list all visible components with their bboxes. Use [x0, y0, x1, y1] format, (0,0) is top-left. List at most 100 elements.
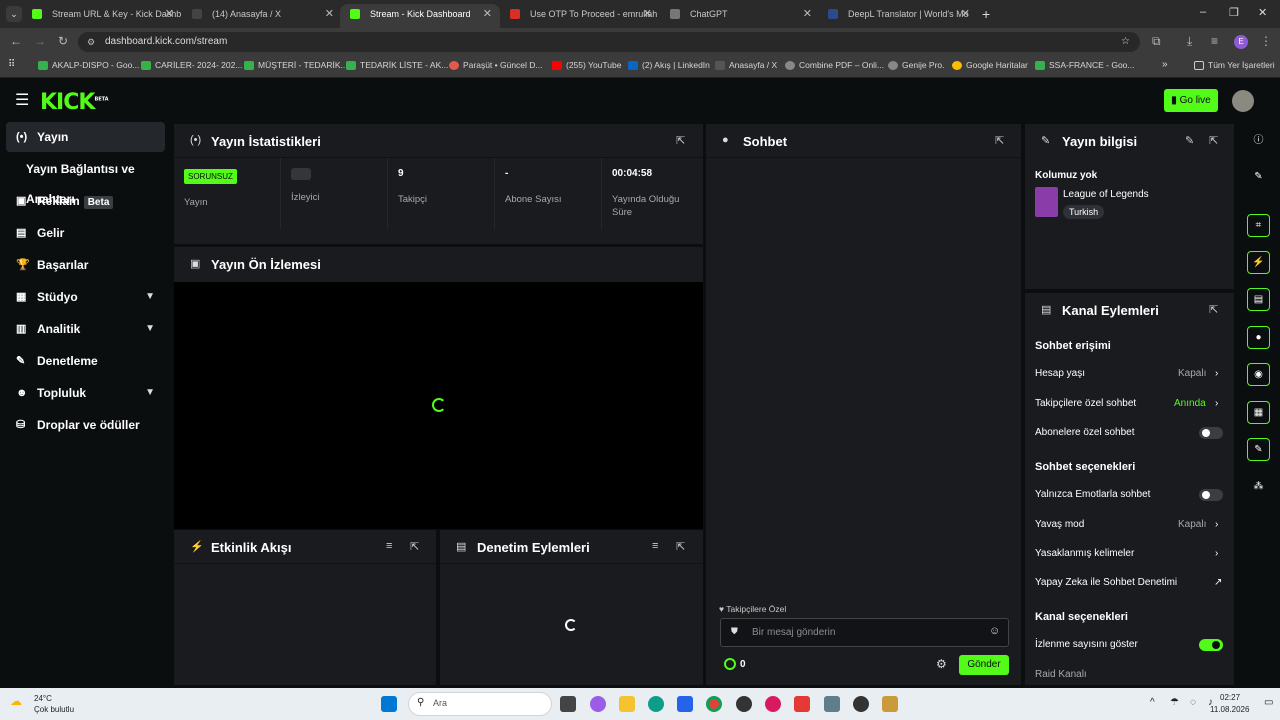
sidebar-item-topluluk[interactable]: ☻ Topluluk ▼	[6, 378, 165, 408]
store-icon[interactable]	[677, 696, 693, 712]
profile-avatar[interactable]: E	[1234, 35, 1248, 49]
menu-kebab-icon[interactable]: ⋮	[1260, 34, 1272, 48]
close-icon[interactable]: ✕	[961, 4, 970, 24]
sidebar-item-studyo[interactable]: ▦ Stüdyo ▼	[6, 282, 165, 312]
tab-stream-key[interactable]: Stream URL & Key - Kick Dashb ✕	[22, 4, 182, 28]
emote-only-toggle[interactable]	[1199, 489, 1223, 501]
bookmark-item[interactable]: Genije Pro.	[888, 60, 945, 70]
edge-icon[interactable]	[648, 696, 664, 712]
popout-icon[interactable]: ⇱	[995, 134, 1004, 147]
popout-icon[interactable]: ⇱	[410, 540, 419, 553]
filter-icon[interactable]: ≡	[386, 540, 392, 552]
bookmark-item[interactable]: Google Haritalar	[952, 60, 1028, 70]
close-icon[interactable]: ✕	[165, 4, 174, 24]
tab-deepl[interactable]: DeepL Translator | World's Mo ✕	[818, 4, 978, 28]
channel-icon[interactable]: ▦	[1247, 401, 1270, 424]
lightning-icon[interactable]: ⚡	[1247, 251, 1270, 274]
emoji-icon[interactable]: ☺	[989, 625, 1000, 637]
popout-icon[interactable]: ⇱	[1209, 303, 1218, 316]
hamburger-menu-icon[interactable]: ☰	[15, 90, 29, 110]
sidebar-item-gelir[interactable]: ▤ Gelir	[6, 218, 165, 248]
bookmark-item[interactable]: (255) YouTube	[552, 60, 621, 70]
info-icon[interactable]: ⓘ	[1247, 130, 1270, 153]
minimize-icon[interactable]: –	[1200, 6, 1206, 18]
sidebar-item-yayin[interactable]: (•) Yayın	[6, 122, 165, 152]
new-tab-icon[interactable]: +	[982, 6, 990, 22]
clip-icon[interactable]: ⌗	[1247, 214, 1270, 237]
app-icon[interactable]	[794, 696, 810, 712]
maximize-icon[interactable]: ❐	[1229, 6, 1239, 19]
app-icon[interactable]	[882, 696, 898, 712]
bookmark-item[interactable]: CARİLER- 2024- 202...	[141, 60, 242, 70]
sidebar-item-stream-key[interactable]: Yayın Bağlantısı ve Anahtarı	[6, 154, 165, 206]
sidebar-item-reklam[interactable]: ▣ Reklam Beta	[6, 186, 165, 216]
extensions-icon[interactable]: ⧉	[1152, 34, 1161, 49]
chevron-right-icon[interactable]: ›	[1215, 519, 1218, 530]
broadcast-icon[interactable]: ◉	[1247, 363, 1270, 386]
bookmark-item[interactable]: (2) Akış | LinkedIn	[628, 60, 710, 70]
tab-stream-dashboard[interactable]: Stream - Kick Dashboard ✕	[340, 4, 500, 28]
popout-icon[interactable]: ⇱	[676, 540, 685, 553]
clock-date[interactable]: 11.08.2026	[1210, 705, 1249, 714]
sidebar-item-denetleme[interactable]: ✎ Denetleme	[6, 346, 165, 376]
tab-x-home[interactable]: (14) Anasayfa / X ✕	[182, 4, 342, 28]
reading-list-icon[interactable]: ≡	[1211, 34, 1218, 48]
go-live-button[interactable]: ▮ Go live	[1164, 89, 1218, 112]
copilot-icon[interactable]	[590, 696, 606, 712]
send-button[interactable]: Gönder	[959, 655, 1009, 675]
bookmark-item[interactable]: SSA-FRANCE - Goo...	[1035, 60, 1135, 70]
close-icon[interactable]: ✕	[325, 4, 334, 24]
clock-time[interactable]: 02:27	[1220, 693, 1240, 702]
sidebar-item-basarilar[interactable]: 🏆 Başarılar	[6, 250, 165, 280]
chevron-right-icon[interactable]: ›	[1215, 398, 1218, 409]
windows-start-icon[interactable]	[381, 696, 397, 712]
app-icon[interactable]	[824, 696, 840, 712]
filter-icon[interactable]: ≡	[652, 540, 658, 552]
reload-icon[interactable]: ↻	[58, 34, 68, 48]
app-icon[interactable]	[853, 696, 869, 712]
app-icon[interactable]	[736, 696, 752, 712]
edit-pencil-icon[interactable]: ✎	[1185, 134, 1194, 147]
bookmark-item[interactable]: TEDARİK LİSTE - AK...	[346, 60, 448, 70]
slow-mode-value[interactable]: Kapalı	[1178, 519, 1206, 530]
popout-icon[interactable]: ⇱	[1209, 134, 1218, 147]
chrome-icon[interactable]	[706, 696, 722, 712]
close-icon[interactable]: ✕	[803, 4, 812, 24]
download-icon[interactable]: ⤓	[1187, 34, 1192, 49]
tab-list-chevron-icon[interactable]: ⌄	[6, 6, 22, 22]
chat-message-input[interactable]: ⛊ Bir mesaj gönderin ☺	[720, 618, 1009, 647]
edit-pencil-icon[interactable]: ✎	[1247, 166, 1270, 189]
avatar[interactable]	[1232, 90, 1254, 112]
chevron-right-icon[interactable]: ›	[1215, 368, 1218, 379]
network-icon[interactable]: ⁂	[1247, 476, 1270, 499]
tray-chevron-up-icon[interactable]: ^	[1150, 697, 1155, 708]
row-banned-words[interactable]: Yasaklanmış kelimeler	[1035, 548, 1134, 559]
url-input[interactable]: ⚙ dashboard.kick.com/stream ☆	[78, 32, 1140, 52]
popout-icon[interactable]: ⇱	[676, 134, 685, 147]
kick-points-icon[interactable]	[724, 658, 736, 670]
row-ai-moderation[interactable]: Yapay Zeka ile Sohbet Denetimi	[1035, 577, 1177, 588]
notification-icon[interactable]: ▭	[1264, 697, 1273, 708]
row-slow-mode[interactable]: Yavaş mod	[1035, 519, 1084, 530]
tray-icon[interactable]: ☂	[1170, 697, 1179, 708]
tab-gmail-otp[interactable]: Use OTP To Proceed - emrullah ✕	[500, 4, 660, 28]
row-followers-only[interactable]: Takipçilere özel sohbet	[1035, 398, 1136, 409]
bookmark-item[interactable]: Anasayfa / X	[715, 60, 777, 70]
chevron-right-icon[interactable]: ›	[1215, 548, 1218, 559]
stream-preview-video[interactable]	[174, 282, 703, 529]
site-info-icon[interactable]: ⚙	[87, 32, 95, 52]
close-icon[interactable]: ✕	[643, 4, 652, 24]
document-icon[interactable]: ▤	[1247, 288, 1270, 311]
game-name[interactable]: League of Legends	[1063, 189, 1149, 200]
bookmark-item[interactable]: Combine PDF – Onli...	[785, 60, 884, 70]
chat-bubble-icon[interactable]: ●	[1247, 326, 1270, 349]
taskbar-search-input[interactable]: ⚲ Ara	[408, 692, 552, 716]
sidebar-item-droplar[interactable]: ⛁ Droplar ve ödüller	[6, 410, 165, 440]
bookmark-item[interactable]: AKALP-DISPO - Goo...	[38, 60, 139, 70]
sidebar-item-analitik[interactable]: ▥ Analitik ▼	[6, 314, 165, 344]
forward-icon[interactable]: →	[34, 34, 46, 48]
external-link-icon[interactable]: ↗	[1214, 577, 1222, 588]
wrench-icon[interactable]: ✎	[1247, 438, 1270, 461]
file-explorer-icon[interactable]	[619, 696, 635, 712]
bookmark-item[interactable]: Paraşüt • Güncel D...	[449, 60, 543, 70]
